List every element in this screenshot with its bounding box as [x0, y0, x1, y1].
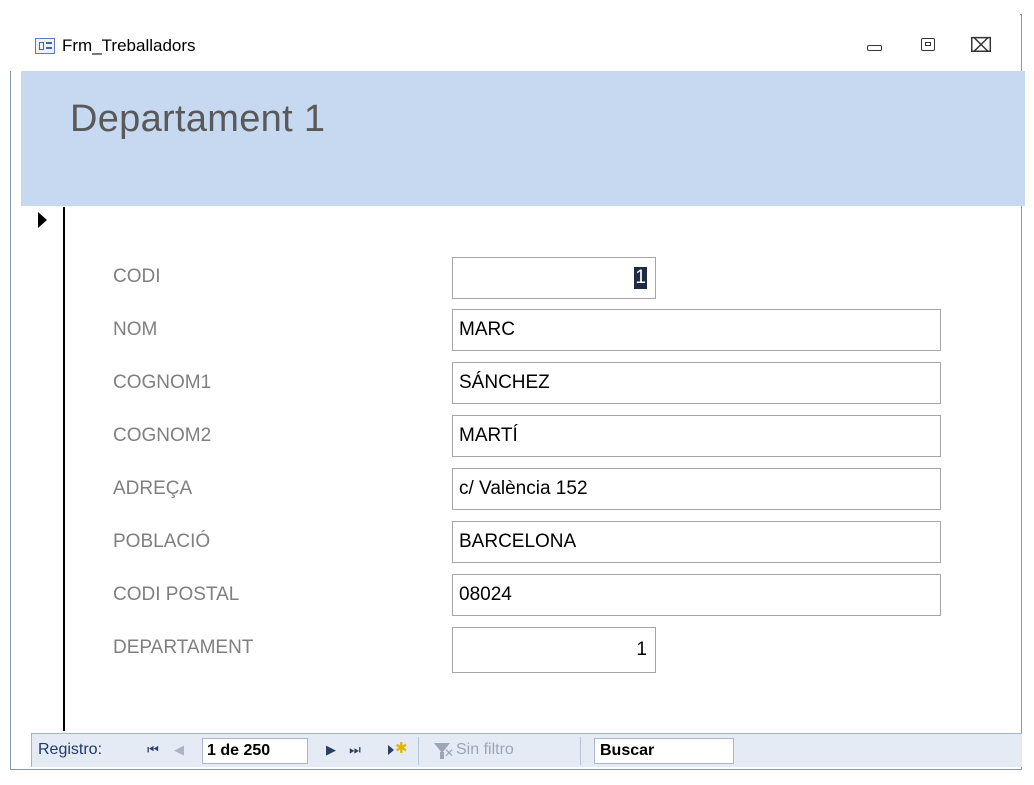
- label-adreca: ADREÇA: [113, 478, 193, 499]
- nav-separator: [418, 737, 419, 765]
- search-input[interactable]: Buscar: [594, 738, 734, 764]
- input-cognom1[interactable]: SÁNCHEZ: [452, 362, 941, 404]
- new-record-star-icon: ✱: [395, 740, 408, 757]
- input-codi[interactable]: 1: [452, 257, 656, 299]
- header-title: Departament 1: [70, 98, 326, 140]
- last-record-button[interactable]: ⏭: [346, 740, 364, 760]
- current-record-field[interactable]: 1 de 250: [202, 738, 308, 764]
- window-title: Frm_Treballadors: [62, 36, 196, 55]
- new-record-button[interactable]: ✱: [387, 740, 409, 760]
- close-button[interactable]: ⌧: [968, 34, 994, 56]
- input-departament[interactable]: 1: [452, 627, 656, 673]
- codi-value: 1: [634, 266, 647, 289]
- previous-record-button[interactable]: ◀: [170, 740, 188, 760]
- new-record-arrow-icon: [388, 745, 394, 755]
- current-record-icon: [38, 212, 47, 228]
- label-codi: CODI: [113, 266, 161, 287]
- filter-status-label[interactable]: Sin filtro: [456, 741, 514, 759]
- minimize-button[interactable]: [862, 34, 888, 56]
- label-nom: NOM: [113, 319, 158, 340]
- form-icon: [35, 38, 55, 54]
- first-record-button[interactable]: ⏮: [144, 740, 162, 760]
- label-poblacio: POBLACIÓ: [113, 531, 211, 552]
- input-adreca[interactable]: c/ València 152: [452, 468, 941, 510]
- input-cognom2[interactable]: MARTÍ: [452, 415, 941, 457]
- label-codi-postal: CODI POSTAL: [113, 584, 240, 605]
- label-cognom2: COGNOM2: [113, 425, 212, 446]
- label-cognom1: COGNOM1: [113, 372, 212, 393]
- label-departament: DEPARTAMENT: [113, 637, 254, 658]
- nav-label: Registro:: [38, 741, 103, 758]
- title-bar[interactable]: Frm_Treballadors ⌧: [10, 14, 1020, 71]
- input-nom[interactable]: MARC: [452, 309, 941, 351]
- record-navigation-bar: Registro: ⏮ ◀ 1 de 250 ▶ ⏭ ✱ ✕ Sin filtr…: [31, 733, 1022, 767]
- filter-icon[interactable]: ✕: [432, 741, 454, 761]
- maximize-button[interactable]: [916, 34, 942, 56]
- input-poblacio[interactable]: BARCELONA: [452, 521, 941, 563]
- input-codi-postal[interactable]: 08024: [452, 574, 941, 616]
- record-selector[interactable]: [30, 207, 65, 731]
- nav-separator: [580, 737, 581, 765]
- next-record-button[interactable]: ▶: [322, 740, 340, 760]
